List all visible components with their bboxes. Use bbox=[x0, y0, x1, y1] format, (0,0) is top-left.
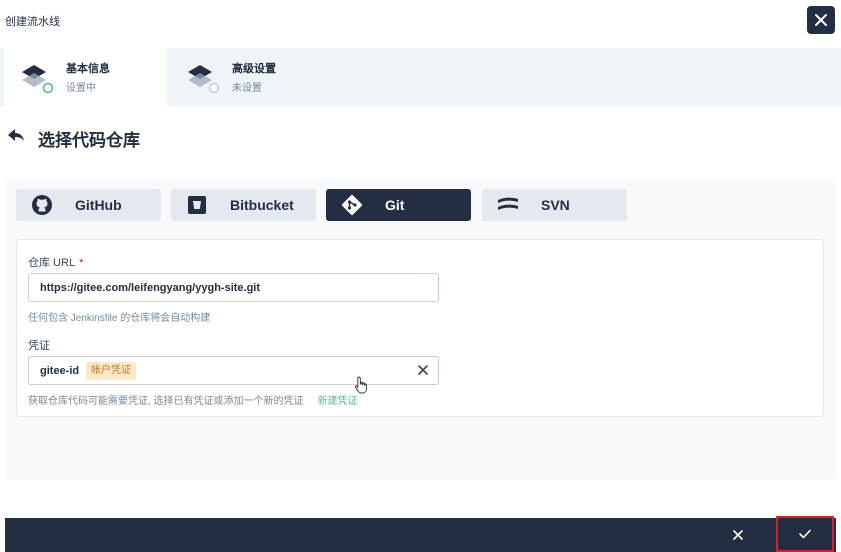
close-icon bbox=[815, 14, 827, 26]
layers-icon bbox=[22, 65, 54, 94]
git-repo-form: 仓库 URL * https://gitee.com/leifengyang/yy… bbox=[16, 239, 824, 417]
repo-tab-svn[interactable]: SVN bbox=[482, 189, 627, 221]
repo-tab-label: GitHub bbox=[75, 197, 122, 213]
credential-help: 获取仓库代码可能需要凭证, 选择已有凭证或添加一个新的凭证 新建凭证 bbox=[28, 392, 358, 407]
step-advanced-settings[interactable]: 高级设置 未设置 bbox=[170, 48, 330, 106]
step-title: 高级设置 bbox=[232, 63, 276, 75]
required-mark: * bbox=[79, 257, 84, 269]
repo-tab-bitbucket[interactable]: Bitbucket bbox=[171, 189, 316, 221]
git-icon bbox=[340, 194, 364, 216]
dialog-title: 创建流水线 bbox=[5, 16, 60, 28]
repo-url-label: 仓库 URL * bbox=[28, 254, 83, 270]
github-icon bbox=[30, 194, 54, 216]
step-bar: 基本信息 设置中 高级设置 未设置 bbox=[0, 48, 841, 106]
section-title: 选择代码仓库 bbox=[38, 131, 140, 150]
repo-url-label-text: 仓库 URL bbox=[28, 257, 76, 269]
repo-url-help: 任何包含 Jenkinsfile 的仓库将会自动构建 bbox=[28, 313, 211, 324]
hand-cursor-icon bbox=[354, 376, 367, 394]
check-icon bbox=[799, 529, 811, 539]
step-status: 未设置 bbox=[232, 83, 262, 94]
repo-tab-github[interactable]: GitHub bbox=[16, 189, 161, 221]
repo-url-input[interactable]: https://gitee.com/leifengyang/yygh-site.… bbox=[28, 273, 439, 302]
bitbucket-icon bbox=[185, 194, 209, 216]
step-status: 设置中 bbox=[66, 83, 96, 94]
svn-icon bbox=[496, 194, 520, 216]
step-title: 基本信息 bbox=[66, 63, 110, 75]
close-dialog-button[interactable] bbox=[807, 6, 835, 34]
repo-tab-label: SVN bbox=[541, 197, 570, 213]
step-basic-info[interactable]: 基本信息 设置中 bbox=[4, 48, 167, 106]
footer-action-bar bbox=[5, 516, 836, 552]
credential-label: 凭证 bbox=[28, 340, 50, 352]
create-credential-link[interactable]: 新建凭证 bbox=[318, 396, 358, 407]
clear-icon[interactable] bbox=[416, 363, 430, 377]
layers-icon bbox=[188, 65, 220, 94]
repo-tab-label: Git bbox=[385, 197, 405, 213]
back-arrow-icon[interactable] bbox=[7, 128, 25, 144]
cancel-button[interactable] bbox=[731, 528, 745, 542]
credential-help-text: 获取仓库代码可能需要凭证, 选择已有凭证或添加一个新的凭证 bbox=[28, 396, 304, 407]
credential-value: gitee-id bbox=[40, 365, 80, 377]
dialog-header: 创建流水线 bbox=[0, 0, 841, 48]
credential-type-badge: 帐户凭证 bbox=[86, 362, 136, 380]
credential-select[interactable]: gitee-id 帐户凭证 bbox=[28, 356, 439, 385]
repo-tab-label: Bitbucket bbox=[230, 197, 294, 213]
repo-url-value: https://gitee.com/leifengyang/yygh-site.… bbox=[40, 282, 261, 294]
repo-tab-git[interactable]: Git bbox=[326, 189, 471, 221]
confirm-button[interactable] bbox=[776, 516, 834, 552]
